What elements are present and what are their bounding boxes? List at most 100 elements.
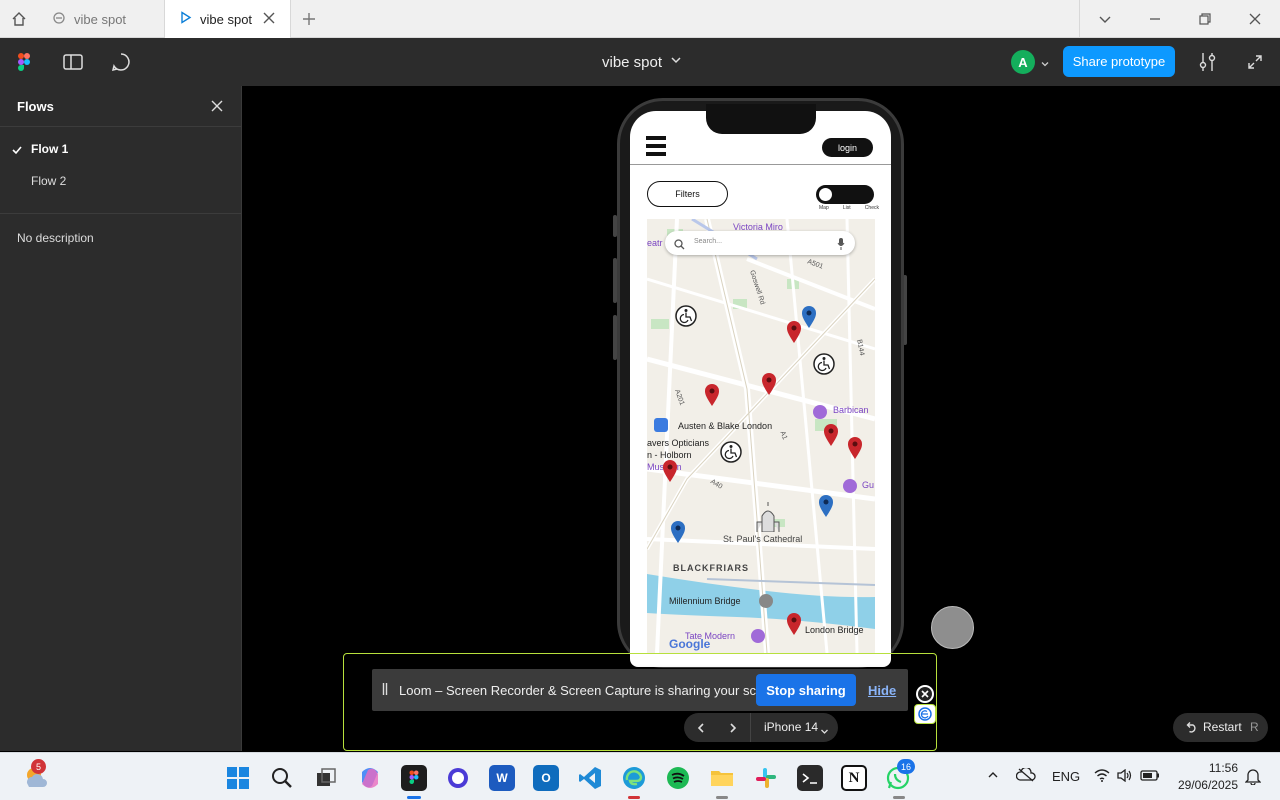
restart-icon	[1185, 721, 1198, 739]
file-explorer-icon[interactable]	[709, 765, 735, 791]
close-tab-icon[interactable]	[262, 11, 276, 28]
terminal-icon[interactable]	[797, 765, 823, 791]
battery-charging-icon[interactable]	[1140, 769, 1160, 785]
map-pin-red-icon[interactable]	[823, 423, 839, 452]
home-icon[interactable]	[10, 10, 28, 28]
edge-browser-icon[interactable]	[621, 765, 647, 791]
museum-poi-icon	[813, 405, 827, 419]
screen-share-bar: Loom – Screen Recorder & Screen Capture …	[372, 669, 908, 711]
edge-extension-icon[interactable]	[914, 704, 936, 724]
vscode-icon[interactable]	[577, 765, 603, 791]
copilot-icon[interactable]	[357, 765, 383, 791]
map-pin-red-icon[interactable]	[704, 383, 720, 412]
sidebar-toggle-icon[interactable]	[63, 53, 83, 76]
settings-sliders-icon[interactable]	[1198, 51, 1218, 78]
comment-icon[interactable]	[111, 52, 131, 77]
map-pin-red-icon[interactable]	[662, 459, 678, 488]
notification-badge: 16	[897, 759, 915, 774]
close-panel-icon[interactable]	[210, 99, 224, 118]
search-icon	[674, 237, 685, 255]
map-label: Victoria Miro	[733, 222, 783, 232]
view-toggle[interactable]	[816, 185, 874, 204]
clock-time[interactable]: 11:56	[1174, 761, 1238, 775]
tab-label: vibe spot	[200, 11, 253, 27]
word-icon[interactable]: W	[489, 765, 515, 791]
close-window-icon[interactable]	[1246, 10, 1264, 28]
map-label: Barbican	[833, 405, 869, 415]
file-title: vibe spot	[602, 53, 663, 71]
play-icon	[179, 11, 192, 27]
share-message: Loom – Screen Recorder & Screen Capture …	[399, 683, 786, 698]
next-frame-icon[interactable]	[727, 721, 739, 739]
avatar[interactable]: A	[1011, 50, 1035, 74]
map-roads	[647, 219, 875, 653]
map-pin-red-icon[interactable]	[786, 612, 802, 641]
wheelchair-accessible-icon[interactable]	[720, 441, 742, 468]
flow-item-1[interactable]: Flow 1	[0, 138, 241, 162]
flow-item-2[interactable]: Flow 2	[0, 170, 241, 194]
map-pin-blue-icon[interactable]	[801, 305, 817, 334]
task-view-icon[interactable]	[313, 765, 339, 791]
toggle-label-list: List	[842, 205, 851, 211]
expand-icon[interactable]	[1247, 54, 1263, 75]
notification-bell-icon[interactable]	[1244, 767, 1262, 788]
microphone-icon[interactable]	[837, 237, 845, 255]
browser-tab-active[interactable]: vibe spot	[165, 0, 291, 38]
slack-icon[interactable]	[753, 765, 779, 791]
previous-frame-icon[interactable]	[695, 721, 707, 739]
clock-date[interactable]: 29/06/2025	[1174, 778, 1238, 792]
museum-poi-icon	[751, 629, 765, 643]
restart-button[interactable]: Restart R	[1173, 713, 1268, 742]
new-tab-icon[interactable]	[300, 10, 318, 28]
prototype-toolbar: vibe spot A Share prototype	[0, 38, 1280, 86]
windows-start-icon[interactable]	[225, 765, 251, 791]
restore-icon[interactable]	[1196, 10, 1214, 28]
flow-description: No description	[17, 231, 94, 245]
flows-panel: Flows Flow 1 Flow 2 No description	[0, 86, 242, 751]
phone-notch	[706, 104, 816, 134]
language-indicator[interactable]: ENG	[1052, 769, 1080, 784]
spotify-icon[interactable]	[665, 765, 691, 791]
map-pin-red-icon[interactable]	[761, 372, 777, 401]
stop-sharing-button[interactable]: Stop sharing	[756, 674, 856, 706]
map-view[interactable]: Search... Victoria Miro eatr Goswell Rd …	[647, 219, 875, 653]
hamburger-menu-icon[interactable]	[646, 136, 666, 161]
wheelchair-accessible-icon[interactable]	[813, 353, 835, 380]
map-pin-blue-icon[interactable]	[818, 494, 834, 523]
notion-icon[interactable]: N	[841, 765, 867, 791]
map-pin-red-icon[interactable]	[786, 320, 802, 349]
drag-handle-icon[interactable]	[382, 682, 388, 701]
browser-tab-bar: vibe spot vibe spot	[0, 0, 1280, 38]
figma-taskbar-icon[interactable]	[401, 765, 427, 791]
hide-button[interactable]: Hide	[868, 683, 896, 698]
device-selector[interactable]: iPhone 14	[764, 720, 818, 734]
wheelchair-accessible-icon[interactable]	[675, 305, 697, 332]
tab-list-icon[interactable]	[1096, 10, 1114, 28]
onedrive-offline-icon[interactable]	[1015, 766, 1036, 785]
figma-logo-icon[interactable]	[16, 52, 32, 79]
outlook-icon[interactable]: O	[533, 765, 559, 791]
device-chevron-icon[interactable]	[820, 723, 829, 741]
map-label: Austen & Blake London	[678, 421, 773, 431]
minimize-icon[interactable]	[1146, 10, 1164, 28]
filters-button[interactable]: Filters	[647, 181, 728, 207]
browser-tab[interactable]: vibe spot	[40, 0, 165, 38]
volume-icon[interactable]	[1117, 768, 1132, 785]
share-prototype-button[interactable]: Share prototype	[1063, 46, 1175, 77]
cortana-circle-icon[interactable]	[445, 765, 471, 791]
file-title-dropdown[interactable]: vibe spot	[602, 53, 682, 71]
chevron-up-icon[interactable]	[987, 769, 999, 784]
map-search-bar[interactable]: Search...	[665, 231, 855, 255]
avatar-chevron-icon[interactable]	[1040, 56, 1050, 74]
map-label: eatr	[647, 238, 663, 248]
map-pin-red-icon[interactable]	[847, 436, 863, 465]
map-label: BLACKFRIARS	[673, 563, 749, 573]
toggle-label-map: Map	[819, 205, 829, 211]
search-taskbar-icon[interactable]	[269, 765, 295, 791]
museum-poi-icon	[843, 479, 857, 493]
map-label: London Bridge	[805, 625, 864, 635]
map-pin-blue-icon[interactable]	[670, 520, 686, 549]
wifi-icon[interactable]	[1094, 769, 1110, 785]
login-button[interactable]: login	[822, 138, 873, 157]
close-share-icon[interactable]	[916, 685, 934, 703]
